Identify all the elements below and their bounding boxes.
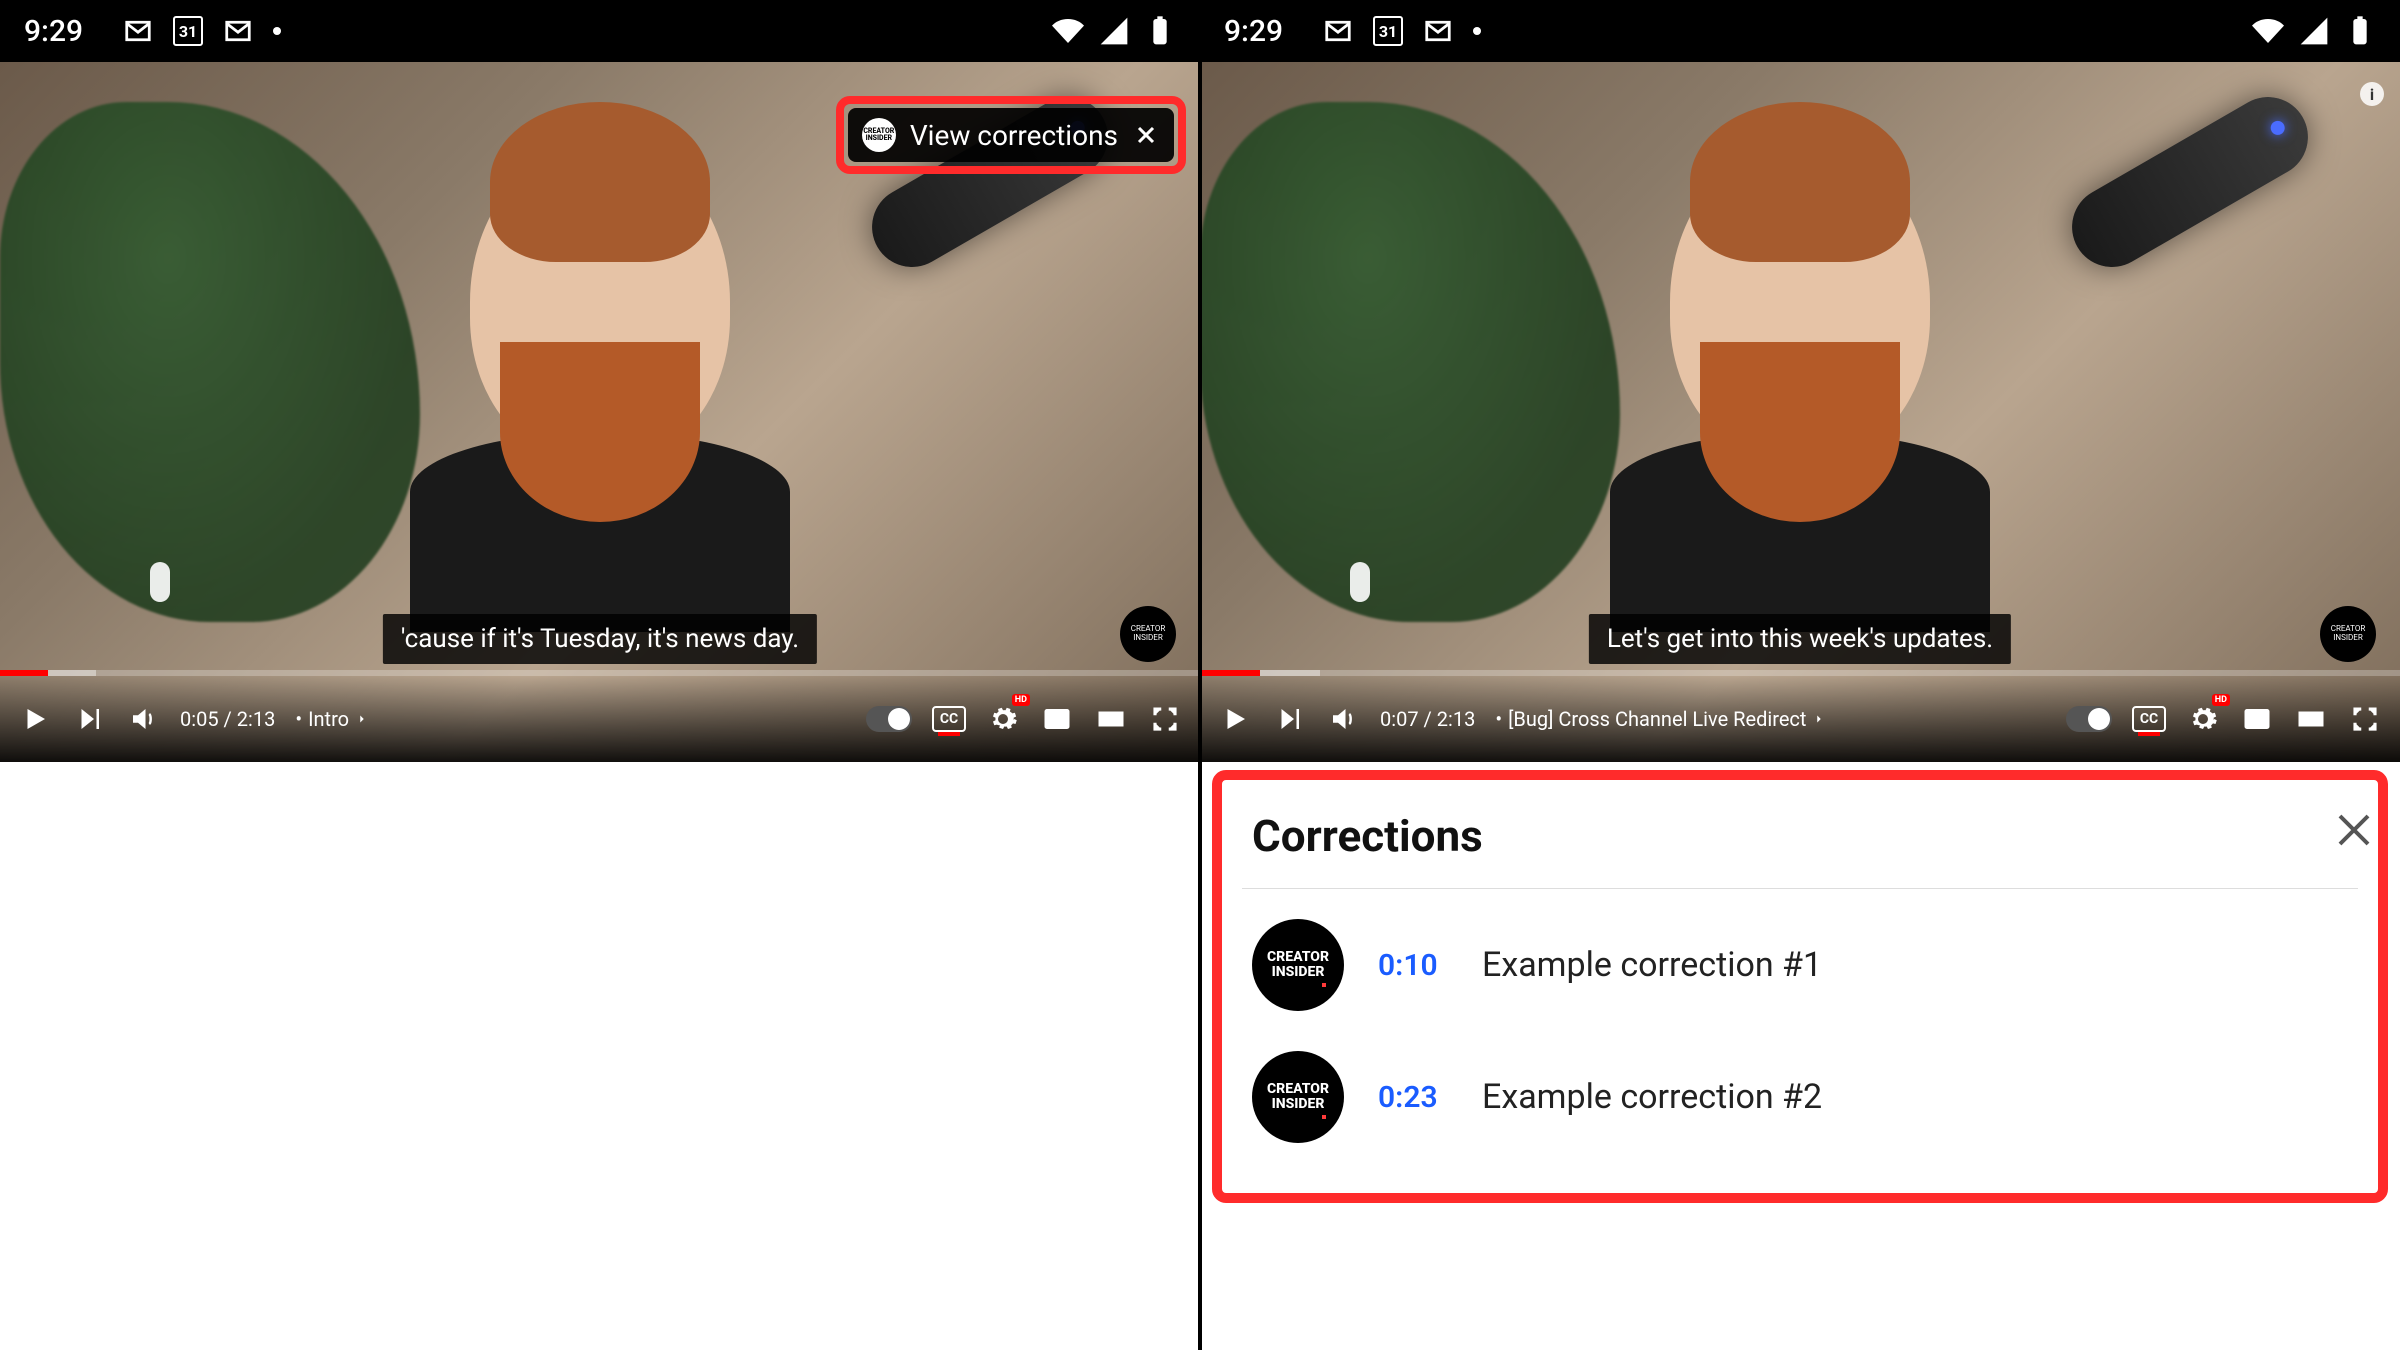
video-player[interactable]: CREATOR INSIDER CREATOR INSIDER View cor… [0,62,1200,762]
corrections-title: Corrections [1252,810,1483,862]
cell-signal-icon [2298,15,2330,47]
progress-played [0,670,48,676]
volume-button[interactable] [1326,702,1360,736]
theater-button[interactable] [1094,702,1128,736]
wifi-icon [1052,15,1084,47]
chapter-label[interactable]: • [Bug] Cross Channel Live Redirect [1495,707,1826,731]
video-player[interactable]: CREATOR INSIDER i Let's get into this we… [1200,62,2400,762]
time-display: 0:05 / 2:13 [180,707,275,731]
correction-text: Example correction #1 [1482,945,1822,985]
gmail-icon [123,16,153,46]
progress-bar[interactable] [1200,670,2400,676]
close-icon[interactable] [1132,121,1160,149]
creator-insider-avatar-icon: CREATORINSIDER [1252,919,1344,1011]
player-controls: 0:05 / 2:13 • Intro CC HD [0,676,1200,762]
chapter-label[interactable]: • Intro [295,707,369,731]
autoplay-toggle[interactable] [2066,706,2112,732]
autoplay-toggle[interactable] [866,706,912,732]
next-button[interactable] [1272,702,1306,736]
settings-button[interactable]: HD [986,702,1020,736]
correction-item[interactable]: CREATORINSIDER 0:23 Example correction #… [1242,1021,2358,1153]
status-bar: 9:29 31 [1200,0,2400,62]
correction-text: Example correction #2 [1482,1077,1822,1117]
theater-button[interactable] [2294,702,2328,736]
status-time: 9:29 [24,14,83,49]
time-display: 0:07 / 2:13 [1380,707,1475,731]
calendar-icon: 31 [1373,16,1403,46]
gmail-icon [1323,16,1353,46]
view-corrections-label: View corrections [910,119,1118,152]
progress-bar[interactable] [0,670,1200,676]
channel-badge: CREATOR INSIDER [1120,606,1176,662]
miniplayer-button[interactable] [2240,702,2274,736]
screenshot-divider [1198,0,1202,1350]
channel-badge: CREATOR INSIDER [2320,606,2376,662]
caption-text: Let's get into this week's updates. [1589,614,2011,664]
correction-item[interactable]: CREATORINSIDER 0:10 Example correction #… [1242,889,2358,1021]
info-icon[interactable]: i [2360,82,2384,106]
progress-played [1200,670,1260,676]
fullscreen-button[interactable] [1148,702,1182,736]
status-time: 9:29 [1224,14,1283,49]
cc-button[interactable]: CC [2132,706,2166,732]
correction-timestamp[interactable]: 0:10 [1378,948,1448,983]
next-button[interactable] [72,702,106,736]
wifi-icon [2252,15,2284,47]
left-screenshot: 9:29 31 [0,0,1200,1350]
settings-button[interactable]: HD [2186,702,2220,736]
creator-insider-avatar-icon: CREATORINSIDER [1252,1051,1344,1143]
notification-dot-icon [1473,27,1481,35]
correction-timestamp[interactable]: 0:23 [1378,1080,1448,1115]
gmail-icon-2 [1423,16,1453,46]
status-bar: 9:29 31 [0,0,1200,62]
notification-dot-icon [273,27,281,35]
play-button[interactable] [18,702,52,736]
right-screenshot: 9:29 31 [1200,0,2400,1350]
close-button[interactable] [2330,806,2378,854]
battery-icon [1144,15,1176,47]
view-corrections-highlight: CREATOR INSIDER View corrections [836,96,1186,174]
creator-insider-avatar-icon: CREATOR INSIDER [862,118,896,152]
corrections-panel-highlight: Corrections CREATORINSIDER 0:10 Example … [1212,770,2388,1203]
volume-button[interactable] [126,702,160,736]
miniplayer-button[interactable] [1040,702,1074,736]
fullscreen-button[interactable] [2348,702,2382,736]
cc-button[interactable]: CC [932,706,966,732]
caption-text: 'cause if it's Tuesday, it's news day. [383,614,817,664]
cell-signal-icon [1098,15,1130,47]
calendar-icon: 31 [173,16,203,46]
gmail-icon-2 [223,16,253,46]
player-controls: 0:07 / 2:13 • [Bug] Cross Channel Live R… [1200,676,2400,762]
battery-icon [2344,15,2376,47]
play-button[interactable] [1218,702,1252,736]
corrections-header: Corrections [1242,804,2358,889]
view-corrections-chip[interactable]: CREATOR INSIDER View corrections [848,108,1174,162]
